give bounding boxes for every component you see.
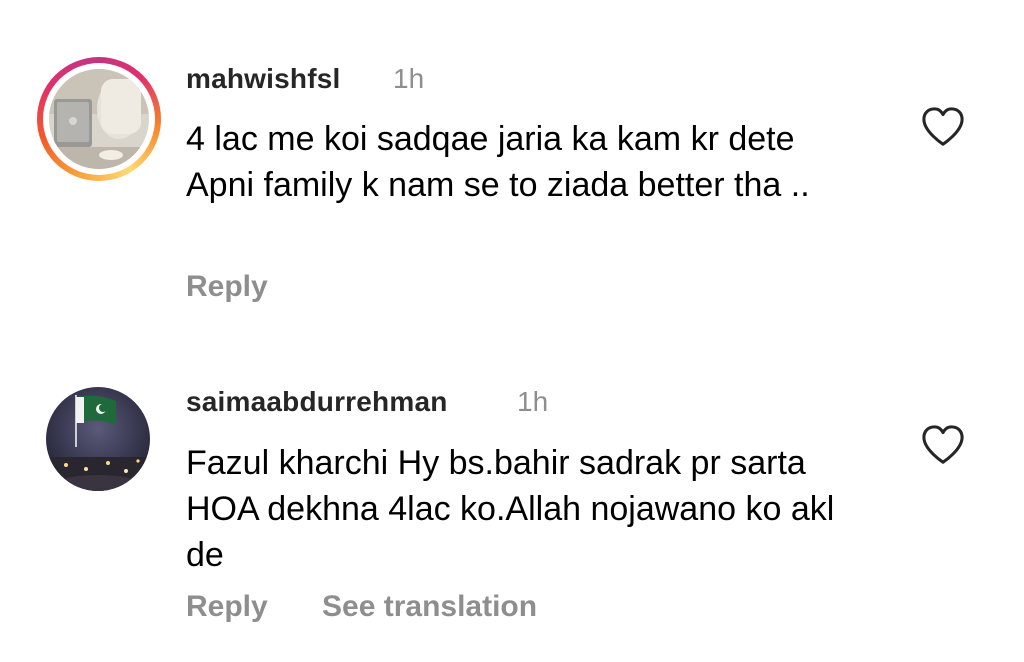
reply-button[interactable]: Reply — [186, 270, 268, 304]
avatar[interactable] — [46, 387, 150, 491]
heart-outline-icon[interactable] — [920, 106, 966, 148]
see-translation-button[interactable]: See translation — [322, 590, 537, 624]
avatar-story-ring[interactable] — [37, 57, 161, 181]
comment-item: mahwishfsl 1h 4 lac me koi sadqae jaria … — [0, 0, 1024, 330]
heart-outline-icon[interactable] — [920, 424, 966, 466]
comment-text: 4 lac me koi sadqae jaria ka kam kr dete… — [186, 120, 810, 204]
username[interactable]: mahwishfsl — [186, 63, 340, 95]
username[interactable]: saimaabdurrehman — [186, 386, 448, 418]
comment-time: 1h — [393, 63, 425, 94]
reply-button[interactable]: Reply — [186, 590, 268, 624]
comment-text: Fazul kharchi Hy bs.bahir sadrak pr sart… — [186, 444, 835, 574]
avatar — [49, 69, 149, 169]
avatar-image — [49, 69, 149, 169]
avatar-image — [46, 387, 150, 491]
comment-time: 1h — [517, 386, 549, 417]
comment-item: saimaabdurrehman 1h Fazul kharchi Hy bs.… — [0, 330, 1024, 662]
